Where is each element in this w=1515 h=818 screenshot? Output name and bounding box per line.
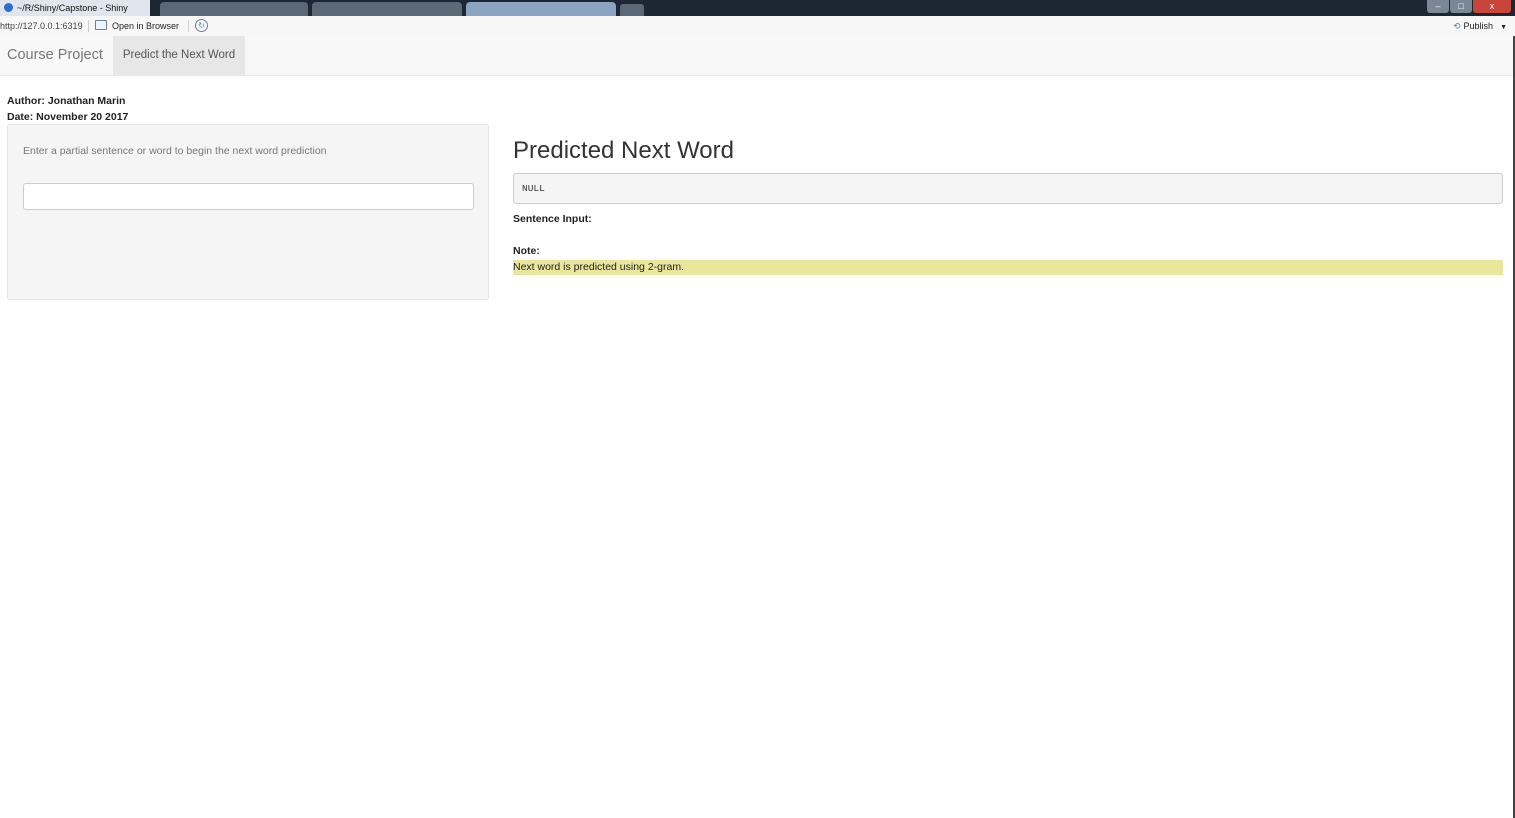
window-titlebar: ~/R/Shiny/Capstone - Shiny – □ x <box>0 0 1515 16</box>
sentence-input-label: Enter a partial sentence or word to begi… <box>23 145 327 157</box>
window-title: ~/R/Shiny/Capstone - Shiny <box>0 0 150 16</box>
app-navbar: Course Project Predict the Next Word <box>0 36 1515 76</box>
publish-label: Publish <box>1463 21 1494 31</box>
maximize-button[interactable]: □ <box>1450 0 1472 13</box>
close-button[interactable]: x <box>1473 0 1511 13</box>
prediction-output: NULL <box>513 173 1503 204</box>
browser-tab[interactable] <box>160 2 308 16</box>
note-text: Next word is predicted using 2-gram. <box>513 260 1503 275</box>
app-url: http://127.0.0.1:6319 <box>0 21 83 31</box>
chevron-down-icon: ▼ <box>1500 24 1507 31</box>
note-label: Note: <box>513 245 540 257</box>
toolbar-divider <box>88 20 89 32</box>
page-title: Predicted Next Word <box>513 137 734 164</box>
toolbar-divider <box>188 20 189 32</box>
open-in-browser-icon <box>95 20 107 30</box>
new-tab-button[interactable] <box>620 4 644 16</box>
navbar-brand[interactable]: Course Project <box>7 36 103 75</box>
publish-button[interactable]: ⟲ Publish ▼ <box>1453 16 1507 38</box>
rstudio-logo-icon <box>4 3 13 12</box>
refresh-icon[interactable]: ↻ <box>195 19 208 32</box>
sidebar-panel: Enter a partial sentence or word to begi… <box>7 124 489 300</box>
tab-predict-next-word[interactable]: Predict the Next Word <box>113 36 245 75</box>
window-controls: – □ x <box>1427 0 1511 14</box>
author-line: Author: Jonathan Marin <box>7 95 126 107</box>
open-in-browser-button[interactable]: Open in Browser <box>95 16 179 36</box>
browser-tab[interactable] <box>312 2 462 16</box>
window-title-text: ~/R/Shiny/Capstone - Shiny <box>17 3 128 13</box>
open-in-browser-label: Open in Browser <box>112 21 180 31</box>
browser-tab-active[interactable] <box>466 2 616 16</box>
minimize-button[interactable]: – <box>1427 0 1449 13</box>
sentence-input-output-label: Sentence Input: <box>513 213 592 225</box>
publish-icon: ⟲ <box>1452 21 1461 31</box>
viewer-toolbar: http://127.0.0.1:6319 Open in Browser ↻ … <box>0 16 1515 37</box>
author-info: Author: Jonathan Marin Date: November 20… <box>7 93 128 125</box>
sentence-input[interactable] <box>23 183 474 210</box>
date-line: Date: November 20 2017 <box>7 111 129 123</box>
